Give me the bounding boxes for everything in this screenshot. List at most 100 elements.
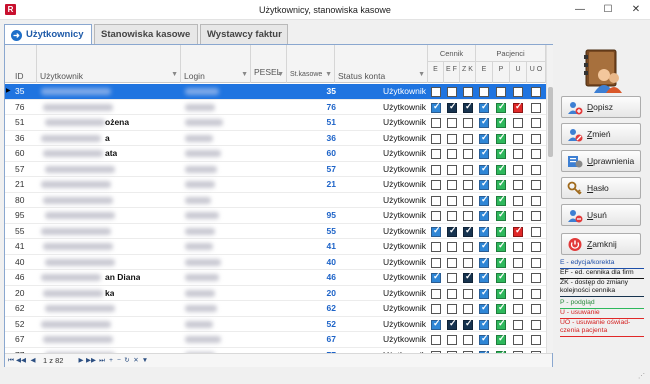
- checkbox-pacjenci[interactable]: [513, 257, 523, 268]
- close-window-button[interactable]: ✕: [622, 0, 650, 20]
- checkbox-pacjenci[interactable]: [513, 225, 523, 237]
- checkbox-cennik[interactable]: [463, 211, 473, 221]
- next-record-icon[interactable]: ▶: [77, 355, 85, 366]
- checkbox-cennik[interactable]: [463, 225, 473, 237]
- sub-header-pacjenci-e[interactable]: E: [476, 62, 493, 83]
- checkbox-pacjenci[interactable]: [531, 164, 541, 175]
- checkbox-cennik[interactable]: [463, 195, 473, 206]
- checkbox-pacjenci[interactable]: [496, 240, 506, 252]
- checkbox-cennik[interactable]: [463, 242, 473, 252]
- checkbox-pacjenci[interactable]: [479, 116, 489, 128]
- checkbox-cennik[interactable]: [463, 288, 473, 299]
- checkbox-cennik[interactable]: [431, 118, 441, 128]
- checkbox-cennik[interactable]: [431, 180, 441, 190]
- checkbox-cennik[interactable]: [463, 257, 473, 268]
- checkbox-pacjenci[interactable]: [513, 195, 523, 206]
- scrollbar-thumb[interactable]: [548, 87, 553, 157]
- checkbox-cennik[interactable]: [447, 225, 457, 237]
- vertical-scrollbar[interactable]: [546, 45, 553, 353]
- filter-icon[interactable]: ▼: [418, 71, 425, 78]
- table-row[interactable]: 76 76 Użytkownik: [5, 100, 546, 115]
- tab-uzytkownicy[interactable]: ➜ Użytkownicy: [4, 24, 92, 45]
- table-row[interactable]: 62 62 Użytkownik: [5, 301, 546, 317]
- checkbox-cennik[interactable]: [431, 242, 441, 252]
- checkbox-pacjenci[interactable]: [496, 333, 506, 345]
- checkbox-cennik[interactable]: [463, 304, 473, 314]
- table-row[interactable]: 51 ożena 51 Użytkownik: [5, 115, 546, 131]
- table-row[interactable]: 20 ka 20 Użytkownik: [5, 286, 546, 301]
- checkbox-pacjenci[interactable]: [496, 132, 506, 144]
- last-record-icon[interactable]: ⏭: [98, 355, 106, 366]
- filter-icon[interactable]: ▼: [325, 71, 332, 78]
- checkbox-cennik[interactable]: [431, 225, 441, 237]
- checkbox-pacjenci[interactable]: [496, 302, 506, 314]
- checkbox-cennik[interactable]: [431, 211, 441, 221]
- checkbox-pacjenci[interactable]: [496, 194, 506, 206]
- checkbox-pacjenci[interactable]: [531, 335, 541, 345]
- checkbox-pacjenci[interactable]: [479, 287, 489, 299]
- checkbox-pacjenci[interactable]: [479, 240, 489, 252]
- checkbox-pacjenci[interactable]: [496, 87, 506, 97]
- checkbox-pacjenci[interactable]: [513, 87, 523, 97]
- checkbox-pacjenci[interactable]: [513, 273, 523, 283]
- table-row[interactable]: 46 an Diana 46 Użytkownik: [5, 270, 546, 286]
- checkbox-cennik[interactable]: [463, 101, 473, 113]
- checkbox-pacjenci[interactable]: [531, 211, 541, 221]
- checkbox-pacjenci[interactable]: [496, 318, 506, 330]
- checkbox-pacjenci[interactable]: [479, 178, 489, 190]
- add-user-button[interactable]: Dopisz: [561, 96, 641, 118]
- checkbox-cennik[interactable]: [447, 257, 457, 268]
- checkbox-pacjenci[interactable]: [531, 118, 541, 128]
- checkbox-pacjenci[interactable]: [513, 133, 523, 144]
- maximize-button[interactable]: ☐: [594, 0, 622, 20]
- checkbox-cennik[interactable]: [431, 318, 441, 330]
- table-row[interactable]: 55 55 Użytkownik: [5, 224, 546, 239]
- cancel-icon[interactable]: ✕: [132, 355, 140, 366]
- checkbox-cennik[interactable]: [431, 304, 441, 314]
- checkbox-cennik[interactable]: [463, 180, 473, 190]
- checkbox-pacjenci[interactable]: [531, 102, 541, 113]
- prev-record-icon[interactable]: ◀: [29, 355, 37, 366]
- filter-icon[interactable]: ▼: [241, 71, 248, 78]
- checkbox-pacjenci[interactable]: [531, 133, 541, 144]
- checkbox-pacjenci[interactable]: [479, 101, 489, 113]
- table-row[interactable]: 21 21 Użytkownik: [5, 177, 546, 193]
- checkbox-pacjenci[interactable]: [479, 333, 489, 345]
- checkbox-pacjenci[interactable]: [479, 225, 489, 237]
- checkbox-cennik[interactable]: [463, 318, 473, 330]
- checkbox-pacjenci[interactable]: [531, 242, 541, 252]
- checkbox-cennik[interactable]: [447, 118, 457, 128]
- checkbox-pacjenci[interactable]: [496, 101, 506, 113]
- checkbox-pacjenci[interactable]: [531, 304, 541, 314]
- checkbox-pacjenci[interactable]: [513, 101, 523, 113]
- checkbox-pacjenci[interactable]: [531, 195, 541, 206]
- checkbox-cennik[interactable]: [463, 87, 473, 97]
- filter-icon[interactable]: ▼: [141, 355, 149, 366]
- checkbox-pacjenci[interactable]: [513, 211, 523, 221]
- refresh-icon[interactable]: ↻: [123, 355, 131, 366]
- checkbox-cennik[interactable]: [447, 273, 457, 283]
- column-header-login[interactable]: Login ▼: [181, 45, 251, 83]
- checkbox-pacjenci[interactable]: [513, 242, 523, 252]
- checkbox-cennik[interactable]: [431, 133, 441, 144]
- checkbox-pacjenci[interactable]: [479, 302, 489, 314]
- column-header-kasa[interactable]: St.kasowe ▼: [287, 45, 335, 83]
- delete-record-icon[interactable]: −: [115, 355, 123, 366]
- table-row[interactable]: 80 Użytkownik: [5, 193, 546, 208]
- table-row[interactable]: 57 57 Użytkownik: [5, 162, 546, 177]
- table-row[interactable]: 36 a 36 Użytkownik: [5, 131, 546, 146]
- permissions-button[interactable]: Uprawnienia: [561, 150, 641, 172]
- checkbox-pacjenci[interactable]: [496, 256, 506, 268]
- table-row[interactable]: 40 40 Użytkownik: [5, 255, 546, 270]
- checkbox-pacjenci[interactable]: [531, 319, 541, 330]
- checkbox-cennik[interactable]: [431, 257, 441, 268]
- checkbox-cennik[interactable]: [447, 87, 457, 97]
- checkbox-pacjenci[interactable]: [496, 225, 506, 237]
- filter-icon[interactable]: ▼: [171, 71, 178, 78]
- checkbox-cennik[interactable]: [447, 149, 457, 159]
- edit-user-button[interactable]: Zmień: [561, 123, 641, 145]
- resize-grip-icon[interactable]: ⋰: [638, 372, 648, 382]
- checkbox-cennik[interactable]: [431, 195, 441, 206]
- column-header-user[interactable]: Użytkownik ▼: [37, 45, 181, 83]
- sub-header-cennik-e[interactable]: E: [428, 62, 444, 83]
